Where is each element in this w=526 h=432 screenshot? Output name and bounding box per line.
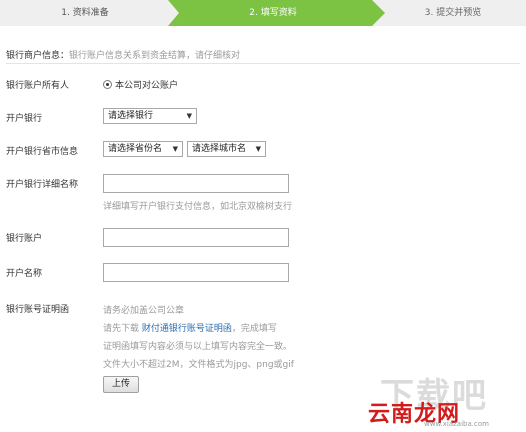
step-submit-preview: 3. 提交并预览 xyxy=(424,8,482,18)
branch-helper-text: 详细填写开户银行支付信息，如北京双榆树支行 xyxy=(103,202,293,212)
proof-notes: 请务必加盖公司公章 请先下载 财付通银行账号证明函，完成填写 证明函填写内容必须… xyxy=(103,302,294,374)
account-input[interactable] xyxy=(103,228,289,247)
proof-note-seal: 请务必加盖公司公章 xyxy=(103,306,185,316)
proof-note-download: 请先下载 财付通银行账号证明函，完成填写 xyxy=(103,324,277,334)
step-fill-active: 2. 填写资料 xyxy=(168,0,386,26)
owner-radio[interactable] xyxy=(103,79,112,89)
dropdown-arrow-icon: ▼ xyxy=(172,145,178,153)
owner-option-label: 本公司对公账户 xyxy=(115,80,179,91)
province-select-value: 请选择省份名 xyxy=(108,144,163,154)
section-title: 银行商户信息： xyxy=(6,51,70,61)
bank-label: 开户银行 xyxy=(6,114,43,124)
province-select[interactable]: 请选择省份名 ▼ xyxy=(103,141,183,157)
step-fill-label: 2. 填写资料 xyxy=(249,8,297,18)
dropdown-arrow-icon: ▼ xyxy=(255,145,261,153)
city-select[interactable]: 请选择城市名 ▼ xyxy=(187,141,266,157)
account-name-input[interactable] xyxy=(103,263,289,282)
bank-select[interactable]: 请选择银行 ▼ xyxy=(103,108,197,124)
city-select-value: 请选择城市名 xyxy=(192,144,247,154)
step-prepare: 1. 资料准备 xyxy=(61,8,109,18)
upload-button[interactable]: 上传 xyxy=(103,376,139,393)
section-header: 银行商户信息：银行账户信息关系到资金结算，请仔细核对 xyxy=(6,48,520,61)
dropdown-arrow-icon: ▼ xyxy=(186,112,192,120)
owner-label: 银行账户所有人 xyxy=(6,81,70,91)
section-hint: 银行账户信息关系到资金结算，请仔细核对 xyxy=(69,51,241,61)
account-label: 银行账户 xyxy=(6,234,43,244)
section-divider xyxy=(6,63,520,64)
proof-download-link[interactable]: 财付通银行账号证明函 xyxy=(142,324,232,334)
step-bar: 1. 资料准备 2. 填写资料 3. 提交并预览 xyxy=(0,0,526,26)
proof-note-consistency: 证明函填写内容必须与以上填写内容完全一致。 xyxy=(103,342,293,352)
bank-select-value: 请选择银行 xyxy=(108,111,154,121)
region-label: 开户银行省市信息 xyxy=(6,147,79,157)
watermark-url: www.xiazaiba.com xyxy=(424,420,489,428)
proof-note-file-limit: 文件大小不超过2M，文件格式为jpg、png或gif xyxy=(103,360,294,370)
proof-label: 银行账号证明函 xyxy=(6,305,70,315)
branch-input[interactable] xyxy=(103,174,289,193)
branch-label: 开户银行详细名称 xyxy=(6,180,79,190)
account-name-label: 开户名称 xyxy=(6,269,43,279)
owner-radio-option[interactable]: 本公司对公账户 xyxy=(103,78,179,91)
